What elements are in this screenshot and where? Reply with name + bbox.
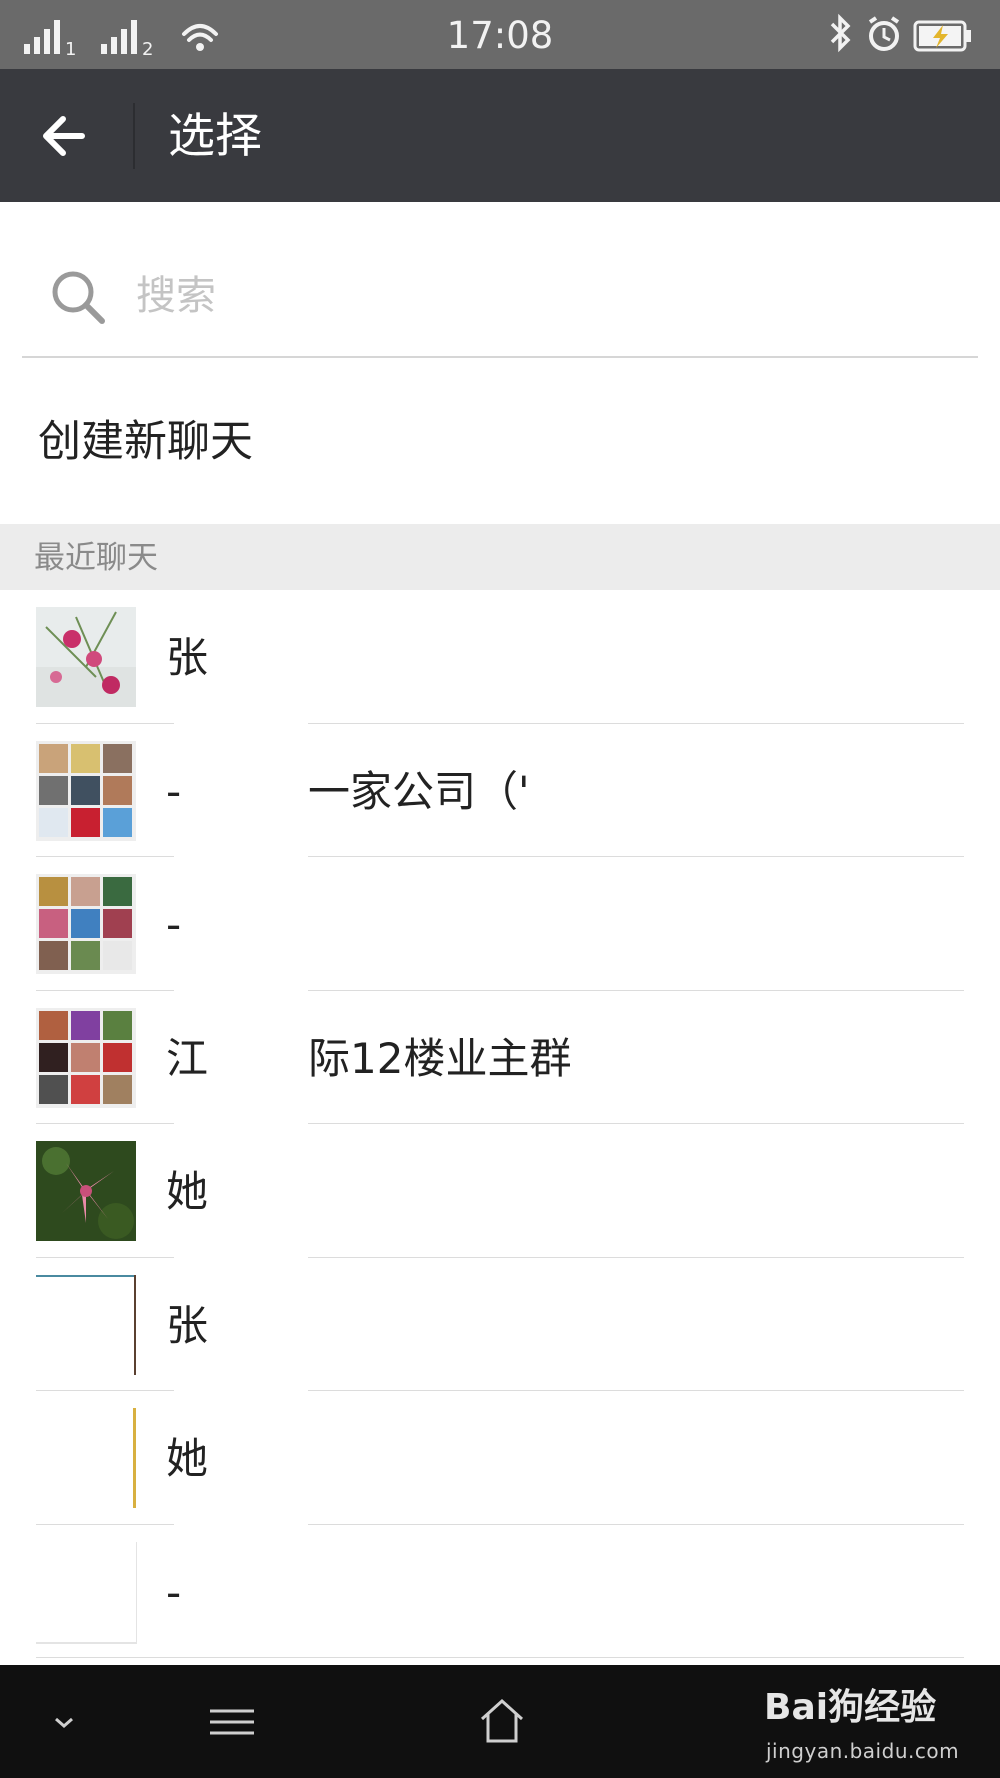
menu-icon[interactable] <box>204 1691 260 1753</box>
chat-name: 张 <box>166 633 209 682</box>
chat-item[interactable]: 江 际12楼业主群 <box>0 991 1000 1124</box>
recent-chats-title: 最近聊天 <box>34 540 158 576</box>
system-nav-bar: Bai狗经验 jingyan.baidu.com <box>0 1665 1000 1778</box>
chat-item[interactable]: - 一家公司（' <box>0 724 1000 857</box>
search-icon <box>52 271 105 324</box>
chat-item[interactable]: - <box>0 857 1000 991</box>
search-bar <box>22 232 978 358</box>
chat-name: 江 <box>166 1033 209 1083</box>
bluetooth-icon <box>830 13 851 53</box>
chat-name: - <box>166 900 182 949</box>
create-new-chat-button[interactable]: 创建新聊天 <box>0 358 1000 524</box>
create-new-chat-label: 创建新聊天 <box>38 417 253 467</box>
recent-chats-header: 最近聊天 <box>0 524 1000 590</box>
chat-name: - <box>166 1567 182 1617</box>
avatar-lily-flower <box>36 1141 136 1241</box>
avatar-group-grid-2 <box>36 874 136 974</box>
avatar-partial-photo <box>36 1274 136 1375</box>
avatar-partial-white <box>36 1541 137 1644</box>
back-button[interactable] <box>30 97 108 175</box>
chat-name: - <box>166 766 182 816</box>
status-bar: 1 2 17:08 <box>0 0 1000 69</box>
back-arrow-icon <box>43 116 85 156</box>
chat-name: 她 <box>166 1167 209 1216</box>
avatar-group-grid-3 <box>36 1007 136 1108</box>
chat-name-suffix: 一家公司（' <box>308 766 530 816</box>
chat-item[interactable]: - <box>0 1525 1000 1658</box>
baidu-jingyan-watermark: Bai狗经验 <box>764 1687 936 1728</box>
chat-name-suffix: 际12楼业主群 <box>308 1033 572 1083</box>
chat-item[interactable]: 她 <box>0 1391 1000 1525</box>
watermark-url: jingyan.baidu.com <box>766 1739 960 1763</box>
row-divider <box>36 1657 964 1658</box>
alarm-icon <box>868 16 900 51</box>
battery-icon <box>913 20 971 52</box>
watermark-logo-text: Bai狗经验 <box>764 1687 936 1728</box>
avatar-group-grid <box>36 740 136 841</box>
avatar-flowers-pink <box>36 607 136 707</box>
chat-list: 张 - 一家公司（' - 江 际12楼业主群 她 张 她 - <box>0 590 1000 1658</box>
chat-item[interactable]: 张 <box>0 590 1000 724</box>
chevron-down-icon[interactable] <box>44 1691 84 1753</box>
status-right-icons <box>830 13 971 53</box>
home-icon[interactable] <box>474 1691 530 1753</box>
top-bar: 选择 <box>0 69 1000 202</box>
chat-name: 她 <box>166 1434 209 1483</box>
search-input[interactable] <box>134 262 938 330</box>
chat-name: 张 <box>166 1300 209 1350</box>
page-title: 选择 <box>168 109 262 164</box>
header-divider <box>133 103 135 169</box>
chat-item[interactable]: 张 <box>0 1258 1000 1391</box>
chat-item[interactable]: 她 <box>0 1124 1000 1258</box>
avatar-partial-yellow <box>36 1408 136 1508</box>
